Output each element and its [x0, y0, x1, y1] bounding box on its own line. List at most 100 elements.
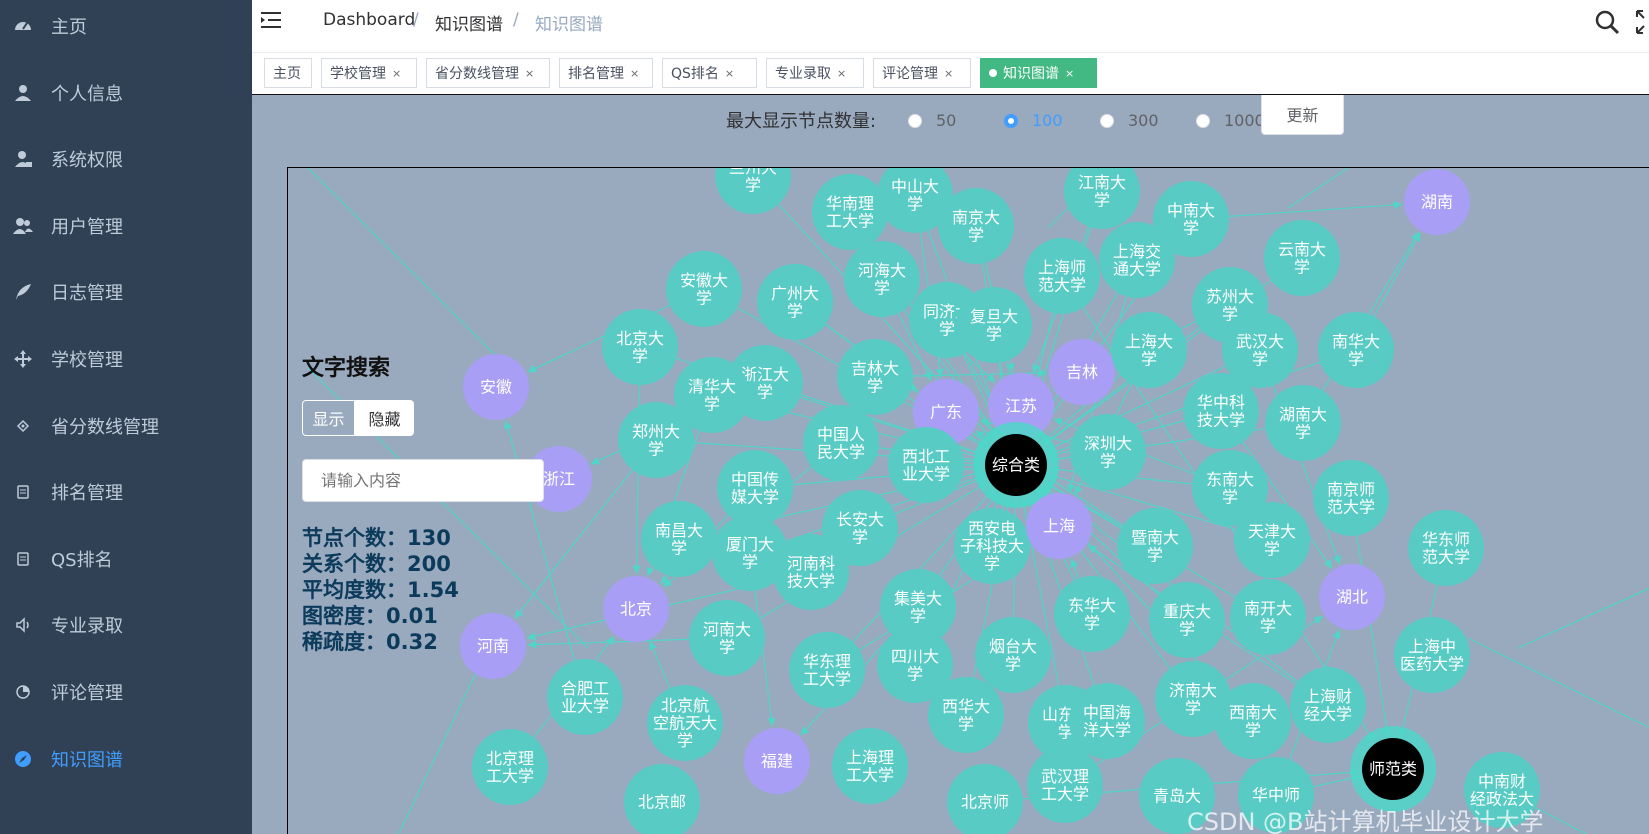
graph-node-university[interactable]: 安徽大学: [666, 251, 742, 327]
close-icon[interactable]: ×: [725, 67, 734, 80]
graph-node-university[interactable]: 郑州大学: [618, 402, 694, 478]
graph-node-university[interactable]: 上海师范大学: [1024, 238, 1100, 314]
tab[interactable]: 学校管理 ×: [321, 58, 417, 88]
graph-node-university[interactable]: 北京师: [947, 764, 1023, 834]
graph-node-university[interactable]: 西南大学: [1215, 683, 1291, 759]
graph-node-university[interactable]: 南开大学: [1230, 579, 1306, 655]
search-input[interactable]: [302, 459, 544, 502]
graph-node-university[interactable]: 华中科技大学: [1183, 373, 1259, 449]
graph-node-university[interactable]: 湖南大学: [1265, 385, 1341, 461]
graph-node-university[interactable]: 西北工业大学: [888, 427, 964, 503]
max-nodes-radio[interactable]: 100: [1004, 111, 1063, 130]
graph-node-province[interactable]: 福建: [744, 728, 810, 794]
graph-node-university[interactable]: 上海理工大学: [832, 728, 908, 804]
breadcrumb-item-graph[interactable]: 知识图谱: [435, 10, 503, 35]
update-button[interactable]: 更新: [1261, 95, 1344, 135]
graph-node-university[interactable]: 西安电子科技大学: [954, 508, 1030, 584]
graph-node-university[interactable]: 北京邮: [624, 764, 700, 834]
close-icon[interactable]: ×: [837, 67, 846, 80]
tab[interactable]: 专业录取 ×: [766, 58, 864, 88]
graph-node-university[interactable]: 重庆大学: [1149, 582, 1225, 658]
graph-node-university[interactable]: 武汉理工大学: [1027, 747, 1103, 823]
graph-node-university[interactable]: 中国海洋大学: [1069, 683, 1145, 759]
breadcrumb-item-dashboard[interactable]: Dashboard: [323, 10, 415, 30]
sidebar-item[interactable]: 主页: [0, 0, 252, 61]
graph-node-university[interactable]: 南昌大学: [641, 501, 717, 577]
graph-node-label: 合肥工: [561, 679, 609, 698]
sidebar-item[interactable]: 省分数线管理: [0, 391, 252, 461]
tab[interactable]: QS排名 ×: [662, 58, 757, 88]
close-icon[interactable]: ×: [1065, 67, 1074, 80]
graph-node-province[interactable]: 河南: [460, 613, 526, 679]
close-icon[interactable]: ×: [525, 67, 534, 80]
graph-node-province[interactable]: 吉林: [1049, 339, 1115, 405]
graph-node-province[interactable]: 湖南: [1404, 169, 1470, 235]
graph-node-province[interactable]: 安徽: [463, 354, 529, 420]
graph-node-university[interactable]: 上海财经大学: [1290, 667, 1366, 743]
sidebar-item[interactable]: 用户管理: [0, 191, 252, 261]
hamburger-icon[interactable]: [260, 9, 282, 31]
graph-node-university[interactable]: 华东理工大学: [789, 632, 865, 708]
graph-node-category[interactable]: 综合类: [973, 422, 1059, 508]
close-icon[interactable]: ×: [944, 67, 953, 80]
graph-node-university[interactable]: 中国传媒大学: [717, 450, 793, 526]
graph-node-university[interactable]: 天津大学: [1234, 502, 1310, 578]
graph-node-province[interactable]: 上海: [1026, 493, 1092, 559]
graph-node-university[interactable]: 南华大学: [1318, 312, 1394, 388]
graph-node-university[interactable]: 兰州大学: [715, 168, 791, 214]
graph-node-university[interactable]: 南京师范大学: [1313, 460, 1389, 536]
graph-node-university[interactable]: 广州大学: [757, 264, 833, 340]
graph-node-university[interactable]: 南京大学: [938, 188, 1014, 264]
show-toggle-button[interactable]: 显示: [302, 400, 355, 436]
graph-node-university[interactable]: 华南理工大学: [812, 174, 888, 250]
tab[interactable]: 排名管理 ×: [559, 58, 653, 88]
graph-node-university[interactable]: 上海中医药大学: [1394, 617, 1470, 693]
sidebar-item[interactable]: 知识图谱: [0, 724, 252, 794]
max-nodes-radio[interactable]: 300: [1100, 111, 1159, 130]
sidebar-item[interactable]: 专业录取: [0, 590, 252, 660]
graph-node-university[interactable]: 西华大学: [928, 677, 1004, 753]
sidebar-item[interactable]: 评论管理: [0, 657, 252, 727]
close-icon[interactable]: ×: [630, 67, 639, 80]
search-icon[interactable]: [1594, 9, 1620, 39]
graph-node-university[interactable]: 云南大学: [1264, 220, 1340, 296]
graph-node-university[interactable]: 东华大学: [1054, 576, 1130, 652]
sidebar-item[interactable]: 系统权限: [0, 124, 252, 194]
tab[interactable]: 知识图谱 ×: [980, 58, 1097, 88]
tab[interactable]: 主页: [264, 58, 312, 88]
graph-node-university[interactable]: 吉林大学: [837, 339, 913, 415]
max-nodes-radio[interactable]: 1000: [1196, 111, 1265, 130]
sidebar-item[interactable]: 学校管理: [0, 324, 252, 394]
graph-node-university[interactable]: 中国人民大学: [803, 405, 879, 481]
close-icon[interactable]: ×: [392, 67, 401, 80]
sidebar-item[interactable]: 排名管理: [0, 457, 252, 527]
graph-node-university[interactable]: 河海大学: [844, 241, 920, 317]
graph-node-province[interactable]: 湖北: [1319, 564, 1385, 630]
graph-node-university[interactable]: 合肥工业大学: [547, 659, 623, 735]
graph-node-university[interactable]: 江南大学: [1064, 168, 1140, 229]
sidebar-item[interactable]: 个人信息: [0, 58, 252, 128]
graph-node-university[interactable]: 暨南大学: [1117, 508, 1193, 584]
graph-node-label: 安徽大: [680, 271, 728, 290]
graph-node-university[interactable]: 河南科技大学: [773, 534, 849, 610]
active-dot-icon: [989, 69, 997, 77]
graph-node-province[interactable]: 北京: [603, 576, 669, 642]
graph-node-category[interactable]: 师范类: [1350, 726, 1436, 812]
graph-node-university[interactable]: 复旦大学: [956, 287, 1032, 363]
graph-node-university[interactable]: 华东师范大学: [1408, 510, 1484, 586]
sidebar-item[interactable]: 日志管理: [0, 257, 252, 327]
tab[interactable]: 省分数线管理 ×: [426, 58, 550, 88]
graph-node-university[interactable]: 上海大学: [1111, 312, 1187, 388]
sidebar-item[interactable]: QS排名: [0, 524, 252, 594]
max-nodes-radio[interactable]: 50: [908, 111, 956, 130]
graph-node-university[interactable]: 北京航空航天大学: [647, 685, 723, 761]
fullscreen-icon[interactable]: [1635, 9, 1649, 39]
graph-node-university[interactable]: 烟台大学: [975, 617, 1051, 693]
tab[interactable]: 评论管理 ×: [873, 58, 971, 88]
graph-node-university[interactable]: 上海交通大学: [1099, 222, 1175, 298]
graph-node-university[interactable]: 北京理工大学: [472, 729, 548, 805]
graph-node-university[interactable]: 河南大学: [689, 600, 765, 676]
graph-node-university[interactable]: 北京大学: [602, 309, 678, 385]
graph-node-university[interactable]: 深圳大学: [1070, 414, 1146, 490]
hide-toggle-button[interactable]: 隐藏: [355, 400, 414, 436]
